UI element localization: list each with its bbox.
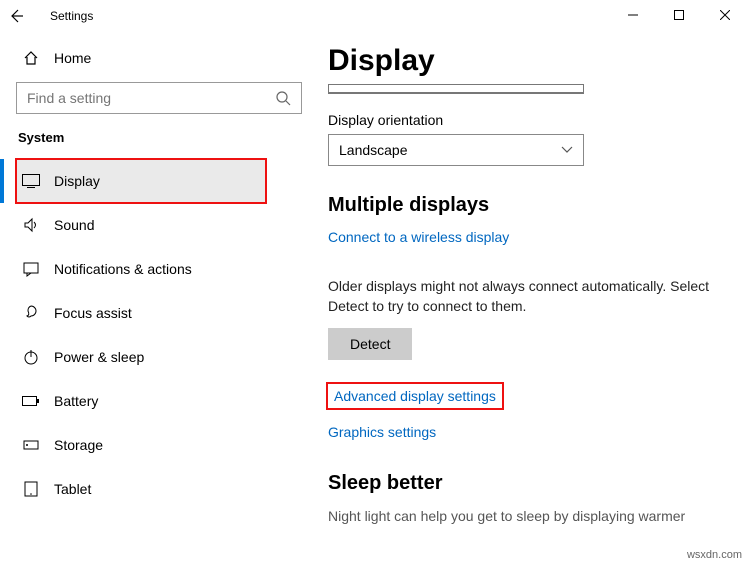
sidebar-item-storage[interactable]: Storage (16, 423, 266, 467)
sidebar-item-tablet[interactable]: Tablet (16, 467, 266, 511)
advanced-display-settings-link[interactable]: Advanced display settings (334, 388, 496, 404)
sidebar-item-focus-assist[interactable]: Focus assist (16, 291, 266, 335)
older-displays-desc: Older displays might not always connect … (328, 277, 724, 316)
graphics-settings-link[interactable]: Graphics settings (328, 424, 436, 440)
sidebar-item-battery[interactable]: Battery (16, 379, 266, 423)
maximize-button[interactable] (656, 0, 702, 30)
detect-button[interactable]: Detect (328, 328, 412, 360)
sidebar-item-power-sleep[interactable]: Power & sleep (16, 335, 266, 379)
chevron-down-icon (561, 146, 573, 154)
orientation-dropdown[interactable]: Landscape (328, 134, 584, 166)
search-field[interactable] (27, 90, 275, 106)
back-button[interactable] (8, 8, 40, 24)
storage-icon (22, 437, 40, 453)
sidebar-item-label: Sound (54, 217, 94, 233)
notifications-icon (22, 261, 40, 277)
sleep-better-desc: Night light can help you get to sleep by… (328, 507, 724, 527)
multiple-displays-heading: Multiple displays (328, 194, 724, 217)
tablet-icon (22, 481, 40, 497)
sidebar-item-label: Power & sleep (54, 349, 144, 365)
display-icon (22, 174, 40, 188)
search-icon (275, 90, 291, 106)
sidebar-item-sound[interactable]: Sound (16, 203, 266, 247)
sidebar-home-label: Home (54, 50, 91, 66)
watermark: wsxdn.com (687, 549, 742, 561)
orientation-label: Display orientation (328, 112, 724, 128)
page-title: Display (328, 44, 724, 78)
sidebar-item-label: Notifications & actions (54, 261, 192, 277)
home-icon (22, 50, 40, 66)
wireless-display-link[interactable]: Connect to a wireless display (328, 229, 509, 245)
brightness-slider[interactable] (328, 84, 584, 94)
minimize-button[interactable] (610, 0, 656, 30)
sound-icon (22, 217, 40, 233)
sleep-better-heading: Sleep better (328, 472, 724, 495)
sidebar-item-label: Display (54, 173, 100, 189)
focus-assist-icon (22, 305, 40, 321)
sidebar-section-label: System (16, 130, 310, 159)
battery-icon (22, 395, 40, 407)
close-button[interactable] (702, 0, 748, 30)
sidebar-item-label: Battery (54, 393, 98, 409)
sidebar-home[interactable]: Home (16, 42, 310, 78)
orientation-value: Landscape (339, 142, 408, 158)
content-pane: Display Display orientation Landscape Mu… (310, 32, 748, 571)
window-title: Settings (40, 9, 93, 23)
sidebar-item-notifications[interactable]: Notifications & actions (16, 247, 266, 291)
sidebar-item-label: Storage (54, 437, 103, 453)
power-icon (22, 349, 40, 365)
sidebar: Home System Display Sound Notifications … (0, 32, 310, 571)
sidebar-item-label: Tablet (54, 481, 91, 497)
sidebar-item-label: Focus assist (54, 305, 132, 321)
search-input[interactable] (16, 82, 302, 114)
sidebar-item-display[interactable]: Display (16, 159, 266, 203)
